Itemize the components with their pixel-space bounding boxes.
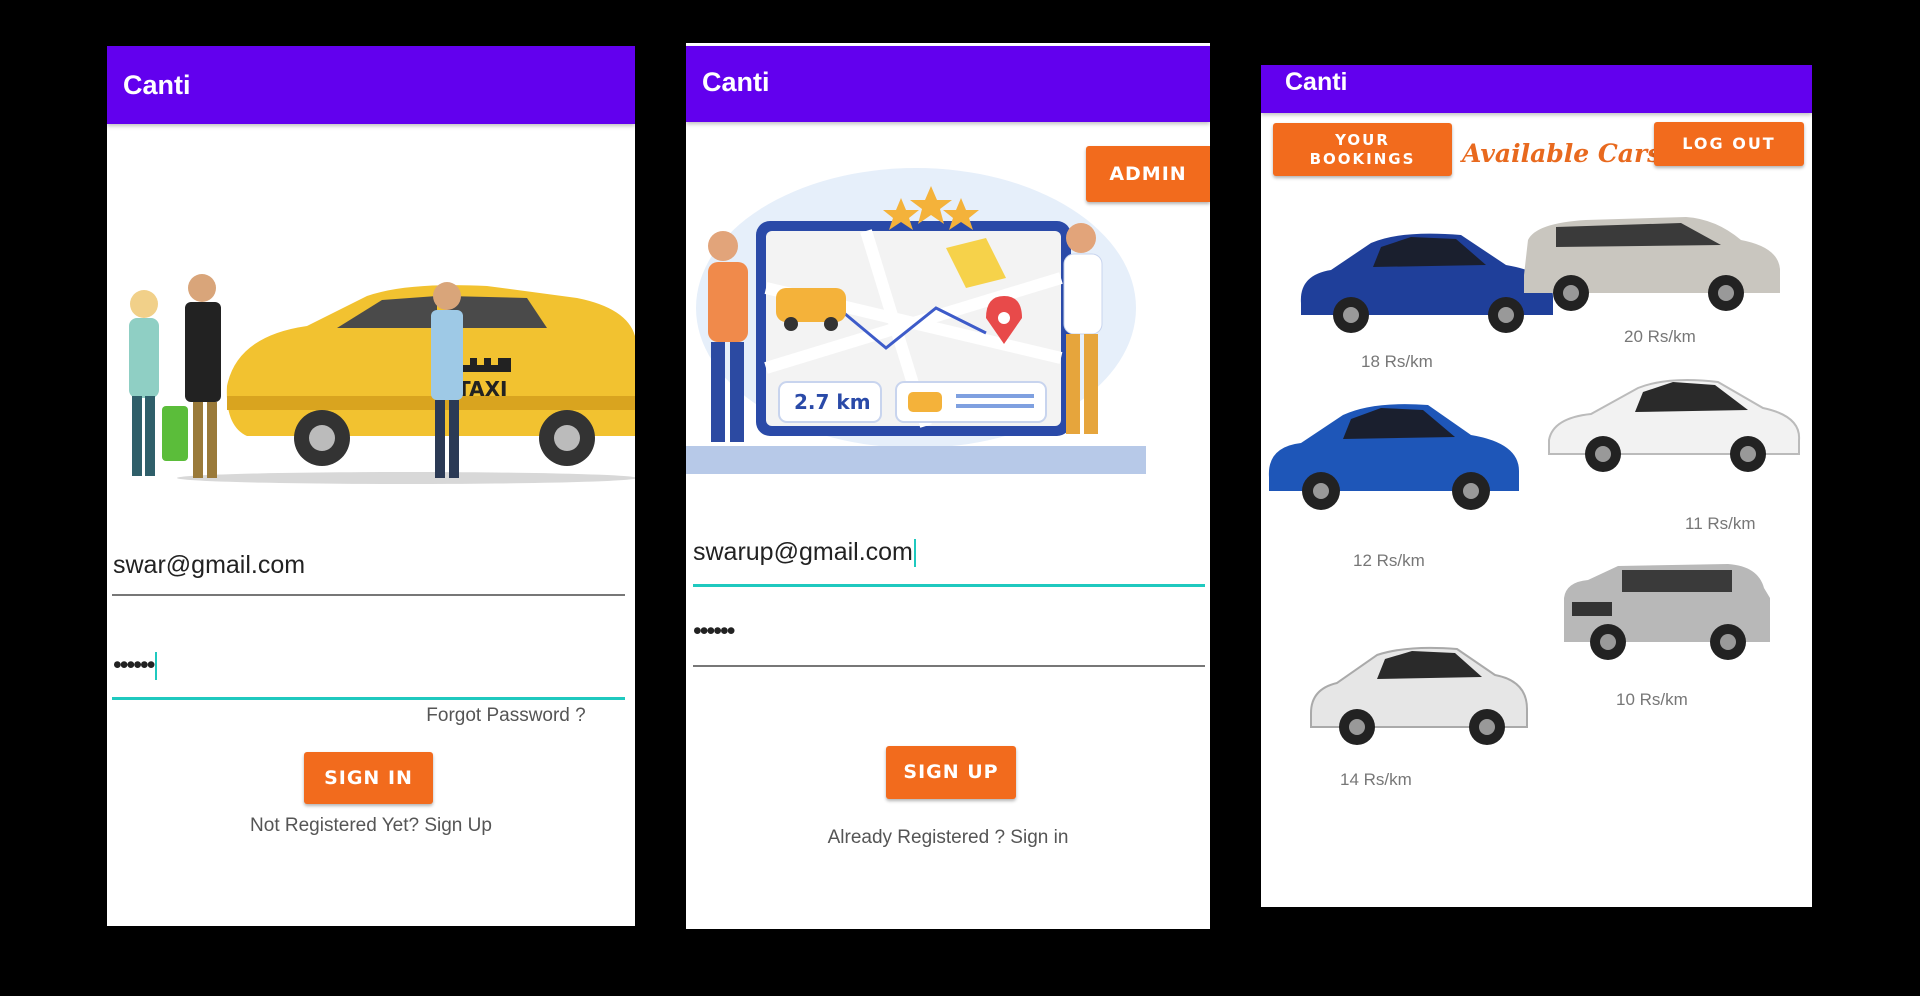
car-image[interactable] [1543,370,1805,480]
your-bookings-button[interactable]: YOUR BOOKINGS [1273,123,1452,176]
password-field[interactable]: •••••• [693,617,735,646]
password-value: •••••• [693,617,735,645]
taxi-illustration: TAXI [129,274,635,484]
signin-screen: Canti TAXI swar@gmail.com •••••• Forgot … [107,46,635,926]
car-price: 11 Rs/km [1685,514,1756,533]
car-image[interactable] [1263,395,1525,515]
email-underline [112,594,625,596]
forgot-password-link[interactable]: Forgot Password ? [411,705,601,727]
email-underline [693,584,1205,587]
email-value: swar@gmail.com [113,551,306,579]
password-underline [112,697,625,700]
email-value: swarup@gmail.com [693,538,913,566]
car-image[interactable] [1516,205,1788,315]
password-value: •••••• [113,651,155,679]
text-cursor [913,539,916,568]
app-bar: Canti [107,46,635,124]
email-field[interactable]: swarup@gmail.com [693,538,916,568]
car-price: 20 Rs/km [1624,327,1696,346]
sign-up-button[interactable]: SIGN UP [886,746,1016,799]
app-bar: Canti [1261,65,1812,113]
car-image[interactable] [1307,639,1531,749]
sign-up-link[interactable]: Not Registered Yet? Sign Up [187,815,555,837]
cars-screen: Canti YOUR BOOKINGS Available Cars LOG O… [1261,65,1812,907]
sign-in-button[interactable]: SIGN IN [304,752,433,804]
bookings-line-2: BOOKINGS [1309,150,1416,168]
sign-in-link[interactable]: Already Registered ? Sign in [766,827,1130,849]
password-field[interactable]: •••••• [113,651,157,681]
app-title: Canti [1285,68,1348,96]
app-title: Canti [702,67,770,97]
bookings-line-1: YOUR [1335,131,1390,149]
car-price: 12 Rs/km [1353,551,1425,570]
log-out-button[interactable]: LOG OUT [1654,122,1804,166]
password-underline [693,665,1205,667]
car-price: 14 Rs/km [1340,770,1412,789]
car-price: 18 Rs/km [1361,352,1433,371]
signup-screen: Canti ADMIN 2.7 km swarup@gmail.com ••••… [686,43,1210,929]
car-image[interactable] [1558,558,1778,668]
email-field[interactable]: swar@gmail.com [113,551,305,580]
map-illustration: 2.7 km [686,168,1146,474]
svg-text:TAXI: TAXI [457,377,507,401]
app-bar: Canti [686,46,1210,122]
distance-label: 2.7 km [794,390,871,414]
text-cursor [154,652,157,681]
app-title: Canti [123,70,191,100]
available-cars-heading: Available Cars [1462,139,1662,168]
car-price: 10 Rs/km [1616,690,1688,709]
